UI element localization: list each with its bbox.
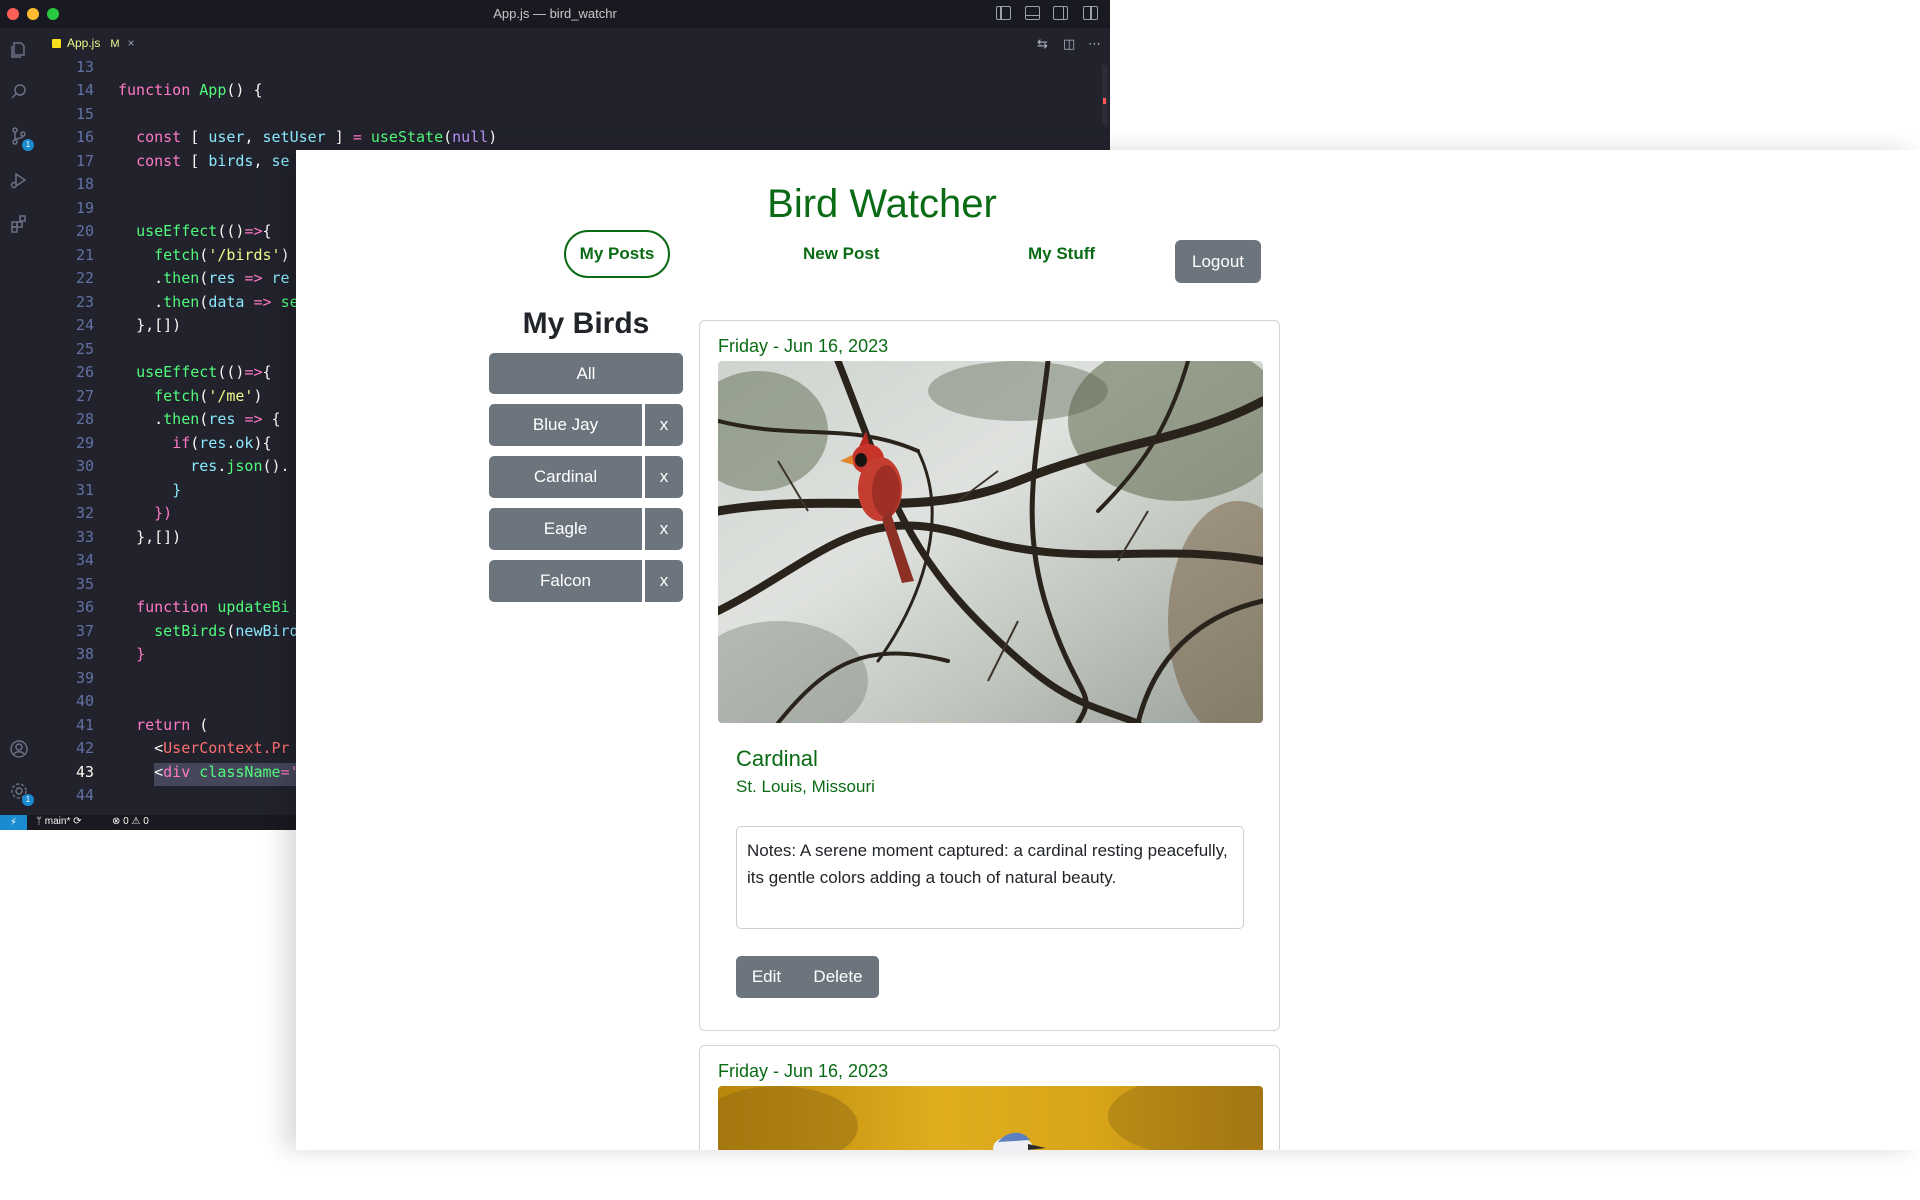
- remove-bird-cardinal-button[interactable]: x: [645, 456, 683, 498]
- editor-tab-bar: App.js M × ⇆ ◫ ⋯: [38, 28, 1110, 58]
- nav-my-stuff[interactable]: My Stuff: [1028, 244, 1095, 264]
- git-branch[interactable]: ᛘ main* ⟳: [36, 816, 82, 827]
- post-date: Friday - Jun 16, 2023: [718, 336, 889, 356]
- remove-bird-blue-jay-button[interactable]: x: [645, 404, 683, 446]
- javascript-file-icon: [52, 39, 61, 48]
- remote-indicator[interactable]: ⚡: [0, 815, 27, 830]
- filter-all-button[interactable]: All: [489, 353, 683, 394]
- toggle-panel-icon[interactable]: [1025, 6, 1040, 20]
- code-line: 16 const [ user, setUser ] = useState(nu…: [75, 128, 498, 146]
- bird-filter-falcon[interactable]: Falcon: [489, 560, 642, 602]
- blue-jay-photo: [718, 1086, 1263, 1150]
- post-card: Friday - Jun 16, 2023: [699, 320, 1280, 1031]
- tab-modified-indicator: M: [110, 38, 120, 50]
- explorer-icon[interactable]: [9, 40, 29, 60]
- toggle-secondary-sidebar-icon[interactable]: [1053, 6, 1068, 20]
- tab-app-js[interactable]: App.js M ×: [52, 36, 135, 50]
- account-icon[interactable]: [9, 739, 29, 759]
- toggle-primary-sidebar-icon[interactable]: [996, 6, 1011, 20]
- logout-button[interactable]: Logout: [1175, 240, 1261, 283]
- window-title: App.js — bird_watchr: [493, 6, 617, 21]
- bird-filter-blue-jay[interactable]: Blue Jay: [489, 404, 642, 446]
- settings-badge: 1: [22, 794, 34, 806]
- open-changes-icon[interactable]: ⇆: [1037, 36, 1048, 52]
- customize-layout-icon[interactable]: [1083, 6, 1098, 20]
- delete-post-button[interactable]: Delete: [797, 956, 879, 998]
- tab-close-icon[interactable]: ×: [128, 36, 135, 50]
- remove-bird-eagle-button[interactable]: x: [645, 508, 683, 550]
- bird-filter-cardinal[interactable]: Cardinal: [489, 456, 642, 498]
- tab-filename: App.js: [67, 36, 101, 50]
- bird-filter-eagle[interactable]: Eagle: [489, 508, 642, 550]
- sync-icon[interactable]: ⟳: [73, 816, 81, 827]
- code-line: 13: [75, 58, 94, 76]
- activity-bar: 1 1: [0, 28, 38, 815]
- split-editor-icon[interactable]: ◫: [1063, 36, 1075, 52]
- code-line: 15: [75, 105, 94, 123]
- run-debug-icon[interactable]: [9, 170, 29, 190]
- problems-indicator[interactable]: ⊗ 0 ⚠ 0: [112, 816, 149, 827]
- bird-watcher-app: Bird Watcher My Posts New Post My Stuff …: [296, 150, 1920, 1150]
- extensions-icon[interactable]: [9, 214, 29, 234]
- nav-new-post[interactable]: New Post: [803, 244, 880, 264]
- post-date: Friday - Jun 16, 2023: [718, 1061, 889, 1081]
- scrollbar-error-marker: [1103, 98, 1106, 104]
- branch-name: main*: [44, 816, 71, 827]
- post-notes: Notes: A serene moment captured: a cardi…: [736, 826, 1244, 929]
- post-card: Friday - Jun 16, 2023: [699, 1045, 1280, 1150]
- app-title: Bird Watcher: [767, 182, 997, 226]
- post-location: St. Louis, Missouri: [736, 777, 875, 796]
- remove-bird-falcon-button[interactable]: x: [645, 560, 683, 602]
- post-species: Cardinal: [736, 746, 818, 771]
- title-bar: App.js — bird_watchr: [0, 0, 1110, 28]
- nav-my-posts[interactable]: My Posts: [564, 230, 670, 278]
- search-icon[interactable]: [9, 82, 29, 102]
- branch-icon: ᛘ: [36, 816, 45, 827]
- cardinal-photo: [718, 361, 1263, 723]
- source-control-badge: 1: [22, 139, 34, 151]
- editor-scrollbar[interactable]: [1102, 65, 1108, 125]
- code-line: 14 function App() {: [75, 81, 263, 99]
- sidebar-title: My Birds: [522, 307, 650, 340]
- edit-post-button[interactable]: Edit: [736, 956, 797, 998]
- more-actions-icon[interactable]: ⋯: [1088, 36, 1101, 52]
